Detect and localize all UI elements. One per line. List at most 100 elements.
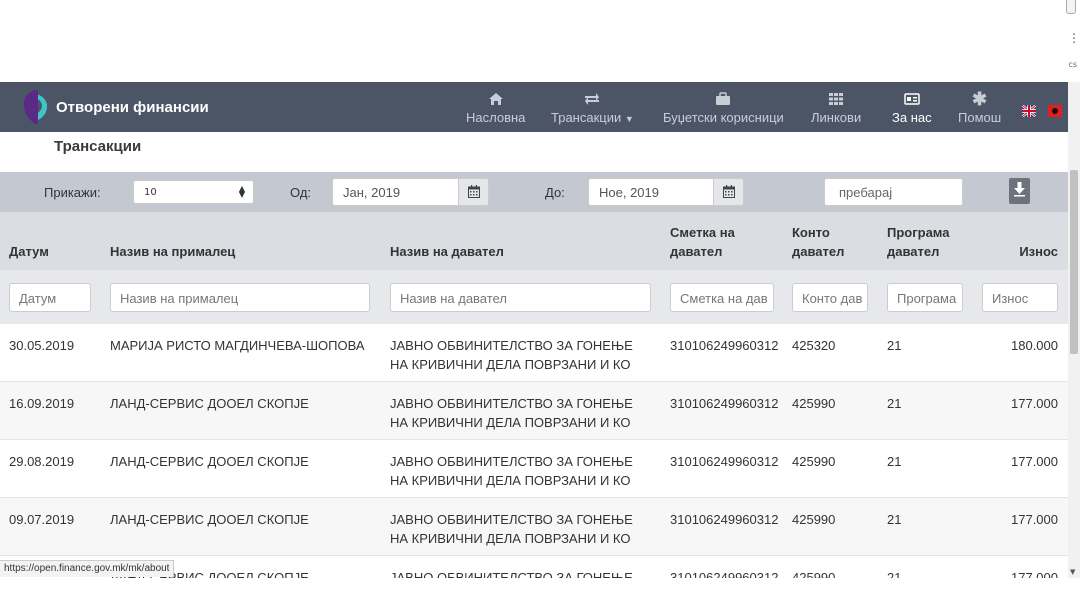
cell-amount: 177.000 bbox=[1011, 396, 1058, 411]
to-date-input[interactable]: Ное, 2019 bbox=[588, 178, 714, 206]
page-size-select[interactable]: 10 ▲ ▼ bbox=[133, 180, 254, 204]
nav-budget-users[interactable]: Буџетски корисници bbox=[663, 90, 784, 125]
kebab-menu-icon[interactable]: ⋮ bbox=[1068, 32, 1080, 44]
cell-konto: 425990 bbox=[792, 570, 836, 578]
cell-account: 310106249960312 bbox=[670, 338, 779, 353]
nav-about[interactable]: За нас bbox=[892, 90, 932, 125]
nav-label: Помош bbox=[958, 110, 1002, 125]
page-scrollbar[interactable]: ▼ bbox=[1068, 82, 1080, 578]
calendar-icon bbox=[722, 183, 735, 202]
search-input[interactable]: пребарај bbox=[824, 178, 963, 206]
cell-payer: ЈАВНО ОБВИНИТЕЛСТВО ЗА ГОНЕЊЕ НА КРИВИЧН… bbox=[390, 512, 633, 546]
cell-amount: 180.000 bbox=[1011, 338, 1058, 353]
filter-bar: Прикажи: 10 ▲ ▼ Од: Јан, 2019 До: Ное, 20… bbox=[0, 172, 1068, 212]
exchange-icon bbox=[584, 90, 600, 108]
table-row[interactable]: 09.07.2019 ЛАНД-СЕРВИС ДООЕЛ СКОПЈЕ ЈАВН… bbox=[0, 498, 1068, 556]
cell-account: 310106249960312 bbox=[670, 454, 779, 469]
scrollbar-thumb[interactable] bbox=[1070, 170, 1078, 354]
browser-top-area bbox=[0, 0, 1080, 82]
cell-amount: 177.000 bbox=[1011, 570, 1058, 578]
asterisk-icon: ✱ bbox=[972, 88, 988, 109]
app: Отворени финансии Насловна Трансакции ▼ … bbox=[0, 82, 1080, 578]
from-date-input[interactable]: Јан, 2019 bbox=[332, 178, 459, 206]
nav-transactions[interactable]: Трансакции ▼ bbox=[551, 90, 634, 125]
header-program[interactable]: Програма давател bbox=[887, 223, 957, 261]
download-button[interactable] bbox=[1009, 178, 1030, 204]
cell-recipient: ЛАНД-СЕРВИС ДООЕЛ СКОПЈЕ bbox=[110, 396, 309, 411]
nav-label: Линкови bbox=[811, 110, 862, 125]
cell-program: 21 bbox=[887, 454, 902, 469]
program-filter-input[interactable]: Програма bbox=[887, 283, 963, 312]
date-filter-input[interactable]: Датум bbox=[9, 283, 91, 312]
brand[interactable]: Отворени финансии bbox=[20, 88, 209, 126]
sort-caret-icon: ▲ ▼ bbox=[238, 184, 245, 199]
id-card-icon bbox=[904, 90, 920, 108]
cell-konto: 425990 bbox=[792, 396, 836, 411]
cell-date: 16.09.2019 bbox=[9, 396, 75, 411]
header-account[interactable]: Сметка на давател bbox=[670, 223, 760, 261]
header-recipient[interactable]: Назив на прималец bbox=[110, 242, 235, 261]
cell-account: 310106249960312 bbox=[670, 396, 779, 411]
logo-icon bbox=[20, 88, 52, 126]
calendar-icon bbox=[467, 183, 480, 202]
table-body: 30.05.2019 МАРИЈА РИСТО МАГДИНЧЕВА-ШОПОВ… bbox=[0, 324, 1068, 578]
from-calendar-button[interactable] bbox=[458, 178, 489, 206]
cell-amount: 177.000 bbox=[1011, 512, 1058, 527]
amount-filter-input[interactable]: Износ bbox=[982, 283, 1058, 312]
cell-konto: 425990 bbox=[792, 512, 836, 527]
small-label-icon: cs bbox=[1068, 60, 1077, 69]
albanian-flag-icon[interactable] bbox=[1048, 102, 1062, 117]
nav-help[interactable]: ✱ Помош bbox=[958, 88, 1002, 126]
page-size-value: 10 bbox=[144, 187, 157, 198]
scroll-down-arrow-icon[interactable]: ▼ bbox=[1070, 568, 1075, 576]
show-label: Прикажи: bbox=[44, 185, 101, 200]
to-label: До: bbox=[545, 185, 565, 200]
nav-links[interactable]: Линкови bbox=[811, 90, 861, 125]
account-filter-input[interactable]: Сметка на дав bbox=[670, 283, 774, 312]
english-flag-icon[interactable] bbox=[1021, 102, 1037, 118]
extension-icon[interactable] bbox=[1066, 0, 1076, 14]
payer-filter-input[interactable]: Назив на давател bbox=[390, 283, 651, 312]
nav-label: За нас bbox=[892, 110, 932, 125]
cell-recipient: МАРИЈА РИСТО МАГДИНЧЕВА-ШОПОВА bbox=[110, 338, 365, 353]
header-amount[interactable]: Износ bbox=[1000, 242, 1058, 261]
page-title: Трансакции bbox=[54, 138, 142, 155]
download-icon bbox=[1013, 181, 1026, 201]
browser-side-controls: ⋮ cs bbox=[1066, 0, 1080, 82]
cell-recipient: ЛАНД-СЕРВИС ДООЕЛ СКОПЈЕ bbox=[110, 454, 309, 469]
konto-filter-input[interactable]: Конто дав bbox=[792, 283, 868, 312]
status-bar-url: https://open.finance.gov.mk/mk/about bbox=[0, 560, 175, 577]
table-row[interactable]: 16.09.2019 ЛАНД-СЕРВИС ДООЕЛ СКОПЈЕ ЈАВН… bbox=[0, 382, 1068, 440]
table-row[interactable]: 30.05.2019 МАРИЈА РИСТО МАГДИНЧЕВА-ШОПОВ… bbox=[0, 324, 1068, 382]
home-icon bbox=[488, 90, 504, 108]
cell-konto: 425990 bbox=[792, 454, 836, 469]
cell-program: 21 bbox=[887, 512, 902, 527]
nav-label: Насловна bbox=[466, 110, 526, 125]
cell-recipient: ЛАНД-СЕРВИС ДООЕЛ СКОПЈЕ bbox=[110, 512, 309, 527]
brand-name: Отворени финансии bbox=[56, 98, 209, 116]
cell-payer: ЈАВНО ОБВИНИТЕЛСТВО ЗА ГОНЕЊЕ НА КРИВИЧН… bbox=[390, 396, 633, 430]
caret-down-icon: ▼ bbox=[624, 114, 634, 124]
cell-account: 310106249960312 bbox=[670, 570, 779, 578]
from-label: Од: bbox=[290, 185, 312, 200]
to-calendar-button[interactable] bbox=[713, 178, 744, 206]
grid-icon bbox=[828, 90, 844, 108]
cell-date: 09.07.2019 bbox=[9, 512, 75, 527]
nav-home[interactable]: Насловна bbox=[466, 90, 525, 125]
cell-program: 21 bbox=[887, 396, 902, 411]
cell-payer: ЈАВНО ОБВИНИТЕЛСТВО ЗА ГОНЕЊЕ НА КРИВИЧН… bbox=[390, 338, 633, 372]
cell-payer: ЈАВНО ОБВИНИТЕЛСТВО ЗА ГОНЕЊЕ НА bbox=[390, 570, 633, 578]
cell-date: 30.05.2019 bbox=[9, 338, 75, 353]
briefcase-icon bbox=[715, 90, 731, 108]
cell-account: 310106249960312 bbox=[670, 512, 779, 527]
cell-program: 21 bbox=[887, 338, 902, 353]
cell-date: 29.08.2019 bbox=[9, 454, 75, 469]
cell-konto: 425320 bbox=[792, 338, 836, 353]
nav-label: Трансакции ▼ bbox=[551, 110, 634, 125]
cell-amount: 177.000 bbox=[1011, 454, 1058, 469]
header-konto[interactable]: Конто давател bbox=[792, 223, 852, 261]
header-payer[interactable]: Назив на давател bbox=[390, 242, 504, 261]
table-row[interactable]: 29.08.2019 ЛАНД-СЕРВИС ДООЕЛ СКОПЈЕ ЈАВН… bbox=[0, 440, 1068, 498]
header-date[interactable]: Датум bbox=[9, 242, 49, 261]
recipient-filter-input[interactable]: Назив на прималец bbox=[110, 283, 370, 312]
